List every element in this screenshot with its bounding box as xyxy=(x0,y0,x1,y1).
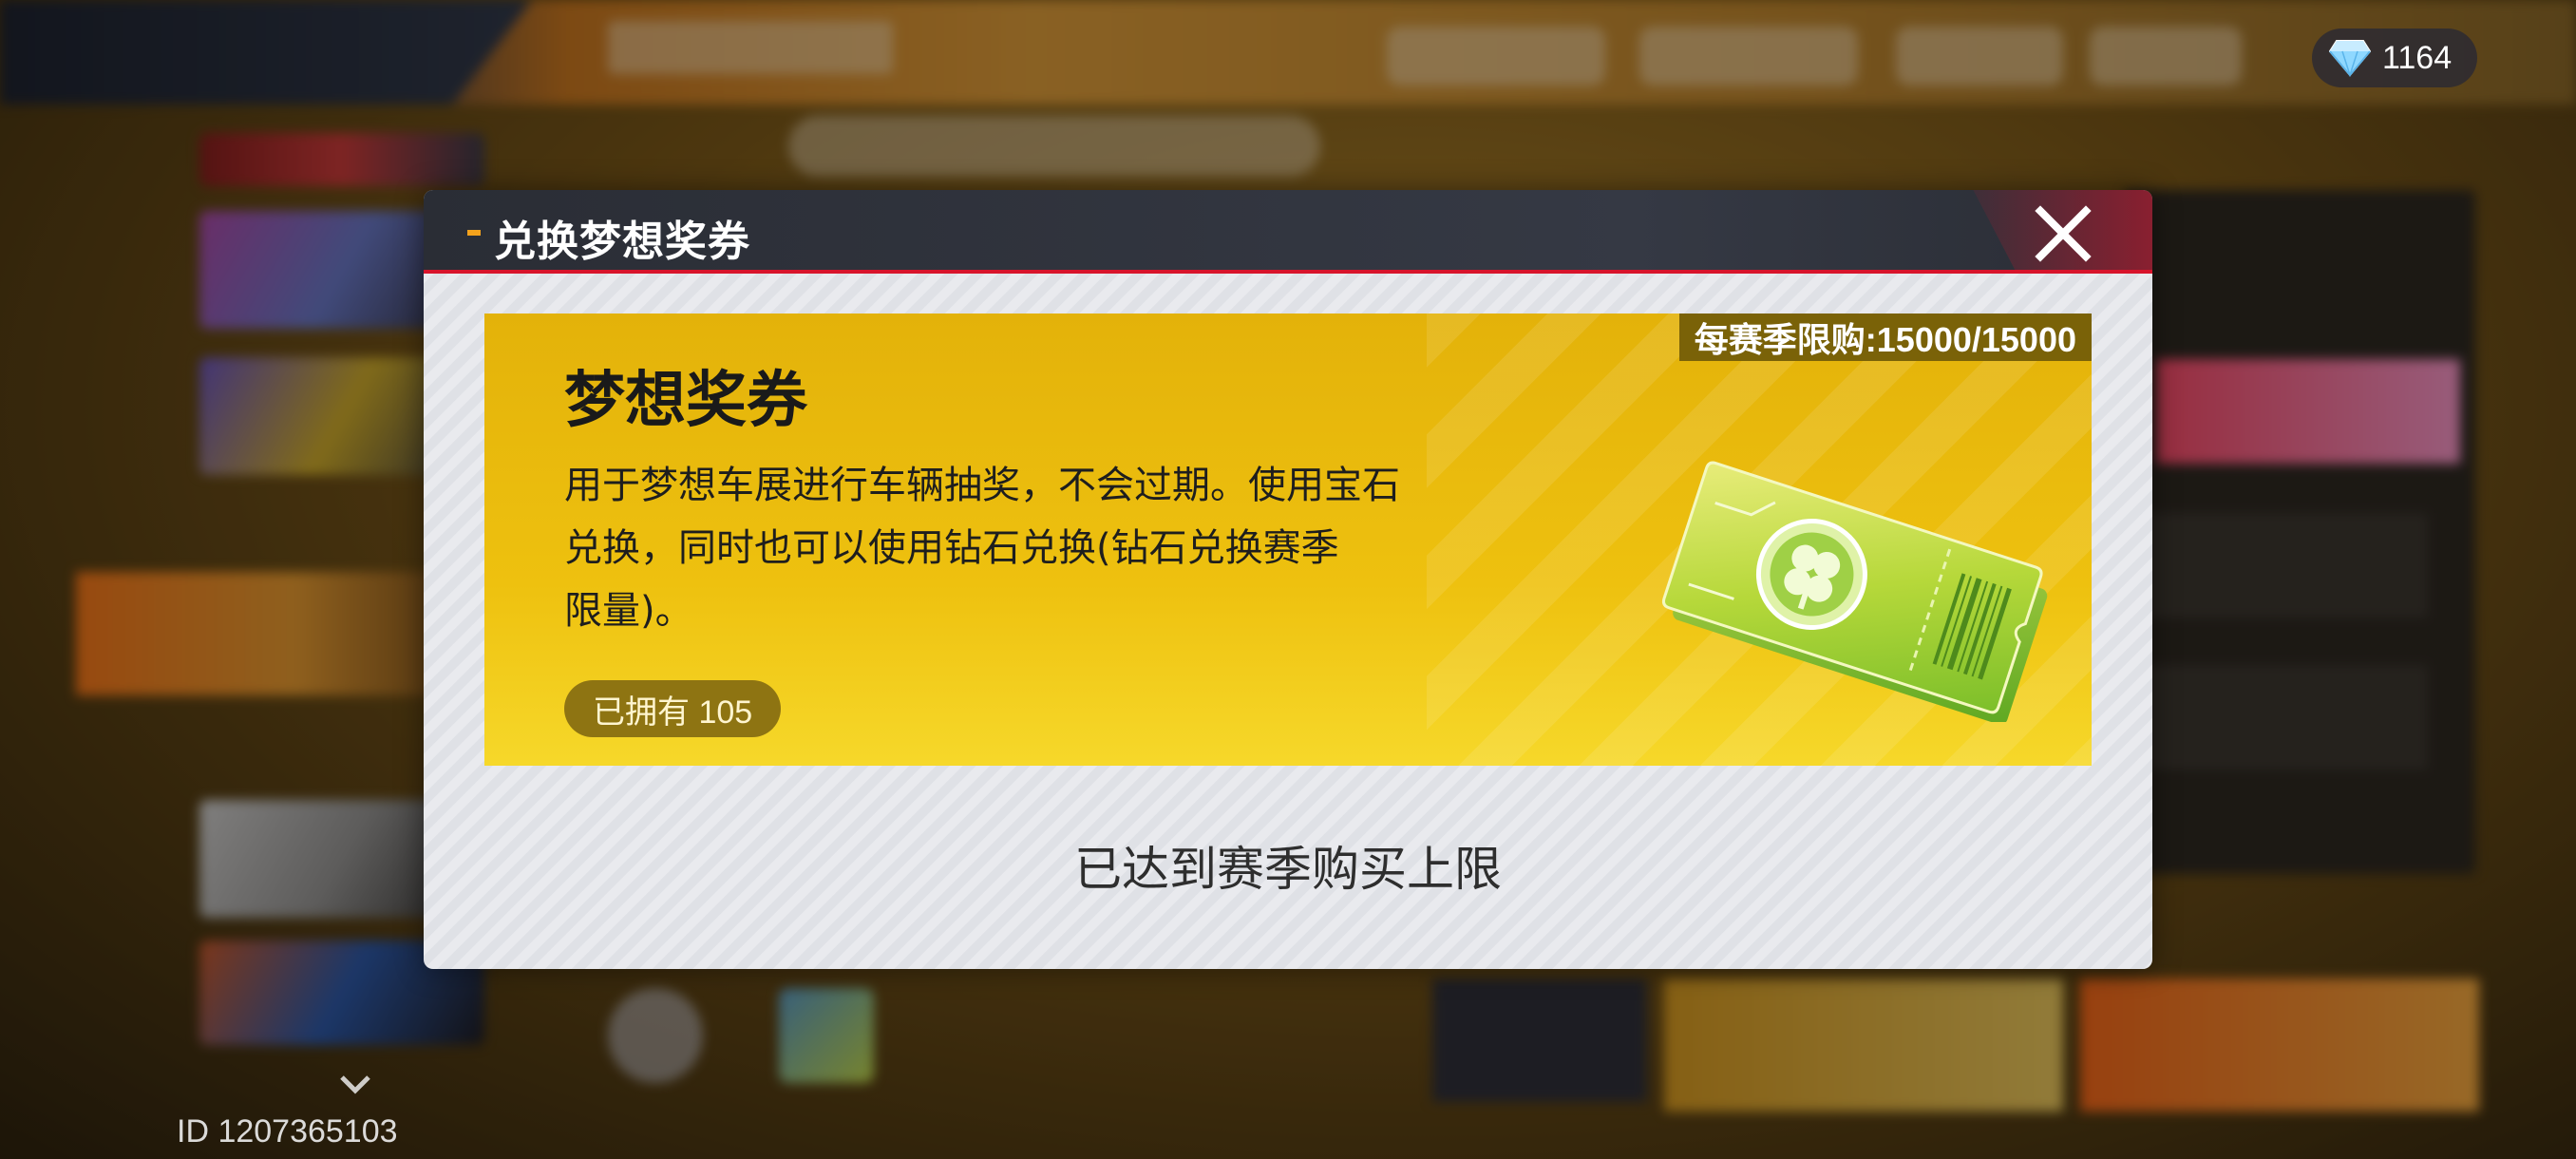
close-icon[interactable] xyxy=(2027,198,2099,270)
clover-ticket-icon xyxy=(1661,461,2048,722)
exchange-dialog: 兑换梦想奖券 每赛季限购:15000/15000 梦想奖券 用于梦想车展进行车辆… xyxy=(424,190,2152,969)
item-description: 用于梦想车展进行车辆抽奖，不会过期。使用宝石 兑换，同时也可以使用钻石兑换(钻石… xyxy=(564,454,1514,642)
purchase-limit-badge: 每赛季限购:15000/15000 xyxy=(1678,314,2092,361)
dialog-header: 兑换梦想奖券 xyxy=(424,190,2152,274)
description-line: 限量)。 xyxy=(564,589,693,633)
owned-count-badge: 已拥有 105 xyxy=(564,680,782,737)
diamond-currency: 1164 xyxy=(2312,28,2477,87)
dialog-title: 兑换梦想奖券 xyxy=(494,218,750,266)
diamond-amount: 1164 xyxy=(2382,39,2453,76)
diamond-icon xyxy=(2329,40,2371,77)
header-mark xyxy=(467,230,481,236)
description-line: 兑换，同时也可以使用钻石兑换(钻石兑换赛季 xyxy=(564,526,1339,570)
item-card: 每赛季限购:15000/15000 梦想奖券 用于梦想车展进行车辆抽奖，不会过期… xyxy=(484,314,2092,766)
description-line: 用于梦想车展进行车辆抽奖，不会过期。使用宝石 xyxy=(564,464,1400,507)
purchase-status-text: 已达到赛季购买上限 xyxy=(1074,842,1502,897)
item-name: 梦想奖券 xyxy=(564,366,807,436)
player-id: ID 1207365103 xyxy=(177,1113,398,1150)
chevron-down-icon[interactable] xyxy=(338,1074,372,1096)
